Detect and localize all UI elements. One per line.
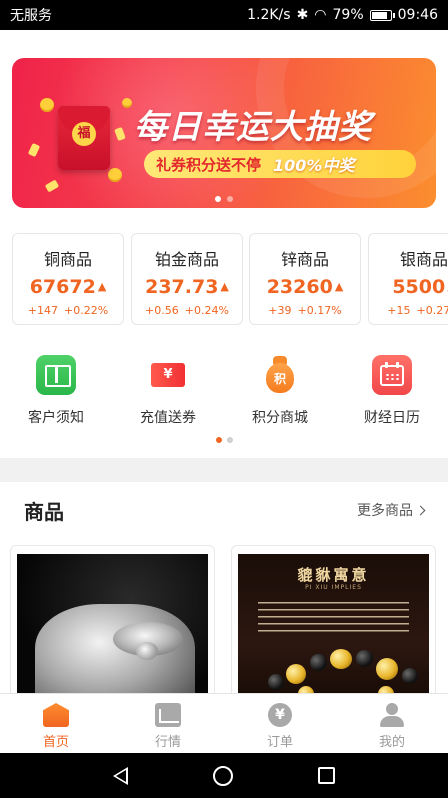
pager-dot[interactable] — [215, 437, 222, 443]
wifi-icon: ◠ — [314, 7, 327, 23]
bluetooth-icon: ✱ — [296, 7, 309, 23]
commodity-price: 23260 — [266, 276, 333, 298]
commodity-price: 237.73 — [145, 276, 219, 298]
commodity-scroller[interactable]: 铜商品 67672 ▲ +147 +0.22% 铂金商品 237.73 ▲ +0.56… — [12, 233, 448, 327]
tab-market[interactable]: 行情 — [112, 694, 224, 753]
tab-home[interactable]: 首页 — [0, 694, 112, 753]
system-navigation-bar — [0, 753, 448, 798]
section-divider — [0, 458, 448, 482]
money-bag-icon: 积 — [260, 355, 300, 395]
banner-pager — [215, 196, 233, 202]
up-arrow-icon: ▲ — [334, 280, 344, 293]
commodity-percent: +0.24% — [184, 304, 229, 317]
banner-slogan: 礼券积分送不停 100%中奖 — [144, 150, 416, 178]
commodity-price: 5500 — [392, 276, 446, 298]
banner-title: 每日幸运大抽奖 — [134, 107, 372, 146]
ticket-icon: ¥ — [148, 355, 188, 395]
quick-nav-label: 财经日历 — [364, 410, 420, 426]
coin-icon — [122, 98, 132, 108]
quick-nav-pager — [0, 437, 448, 443]
commodity-name: 银商品 — [399, 250, 448, 269]
commodity-card-zinc[interactable]: 锌商品 23260 ▲ +39 +0.17% — [249, 233, 361, 325]
book-icon — [36, 355, 76, 395]
commodity-name: 锌商品 — [280, 250, 329, 269]
coin-icon — [108, 168, 122, 182]
clock: 09:46 — [397, 7, 438, 23]
product-image-tea-canister — [17, 554, 208, 693]
tab-label: 行情 — [154, 735, 181, 750]
product-card[interactable]: 貔貅寓意 PI XIU IMPLIES — [231, 545, 436, 693]
chart-icon — [155, 703, 181, 727]
chevron-right-icon — [415, 505, 426, 515]
commodity-change: +0.56 — [145, 304, 179, 317]
section-title: 商品 — [24, 499, 64, 524]
quick-nav-customer-notice[interactable]: 客户须知 — [0, 355, 112, 435]
battery-icon — [369, 9, 395, 21]
battery-percent: 79% — [332, 7, 364, 23]
banner-highlight: 100%中奖 — [273, 156, 355, 175]
commodity-change: +39 — [268, 304, 292, 317]
tab-orders[interactable]: ¥ 订单 — [224, 694, 336, 753]
yen-icon: ¥ — [268, 703, 292, 727]
up-arrow-icon: ▲ — [97, 280, 107, 293]
quick-nav-points-mall[interactable]: 积 积分商城 — [224, 355, 336, 435]
status-bar: 无服务 1.2K/s ✱ ◠ 79% 09:46 — [0, 0, 448, 30]
network-speed: 1.2K/s — [247, 7, 291, 23]
product-card[interactable] — [10, 545, 215, 693]
product-image-bracelet: 貔貅寓意 PI XIU IMPLIES — [238, 554, 429, 693]
quick-nav-label: 充值送券 — [140, 410, 196, 426]
tab-label: 我的 — [378, 735, 405, 750]
up-arrow-icon: ▲ — [220, 280, 229, 293]
pager-dot[interactable] — [215, 196, 221, 202]
tab-mine[interactable]: 我的 — [336, 694, 448, 753]
commodity-name: 铂金商品 — [154, 250, 219, 269]
calendar-icon — [372, 355, 412, 395]
home-button-icon[interactable] — [212, 765, 233, 786]
more-products-link[interactable]: 更多商品 — [357, 500, 426, 520]
lottery-banner[interactable]: 福 每日幸运大抽奖 礼券积分送不停 100%中奖 — [12, 58, 436, 208]
recent-apps-icon[interactable] — [318, 767, 336, 784]
back-icon[interactable] — [112, 766, 128, 785]
commodity-percent: +0.22% — [64, 304, 109, 317]
quick-nav-label: 客户须知 — [28, 410, 84, 426]
product-subheading: PI XIU IMPLIES — [305, 584, 362, 591]
quick-nav-label: 积分商城 — [252, 410, 308, 426]
envelope-seal: 福 — [72, 122, 96, 146]
commodity-percent: +0.17% — [297, 304, 342, 317]
quick-nav-recharge-coupon[interactable]: ¥ 充值送券 — [112, 355, 224, 435]
products-header: 商品 更多商品 — [0, 482, 448, 538]
product-heading: 貔貅寓意 — [297, 566, 370, 584]
home-icon — [43, 703, 69, 727]
pager-dot[interactable] — [226, 437, 233, 443]
commodity-name: 铜商品 — [43, 250, 92, 269]
commodity-change: +15 — [387, 304, 411, 317]
tab-label: 首页 — [42, 735, 69, 750]
more-products-label: 更多商品 — [357, 503, 413, 519]
home-page: 福 每日幸运大抽奖 礼券积分送不停 100%中奖 铜商品 67672 ▲ +147… — [0, 30, 448, 693]
red-envelope-icon: 福 — [58, 106, 110, 170]
commodity-percent: +0.27% — [416, 304, 448, 317]
quick-nav-finance-calendar[interactable]: 财经日历 — [336, 355, 448, 435]
carrier-text: 无服务 — [10, 8, 52, 24]
banner-tag: 礼券积分送不停 — [156, 155, 262, 174]
quick-nav: 客户须知 ¥ 充值送券 积 积分商城 财经日历 — [0, 355, 448, 435]
commodity-card-silver[interactable]: 银商品 5500▲ +15+0.27% — [368, 233, 448, 325]
coin-icon — [40, 98, 54, 112]
tab-label: 订单 — [266, 735, 293, 750]
commodity-card-copper[interactable]: 铜商品 67672 ▲ +147 +0.22% — [12, 233, 124, 325]
user-icon — [379, 703, 405, 727]
bottom-tab-bar: 首页 行情 ¥ 订单 我的 — [0, 693, 448, 753]
pager-dot[interactable] — [227, 196, 233, 202]
commodity-change: +147 — [27, 304, 59, 317]
commodity-price: 67672 — [29, 276, 96, 298]
commodity-card-platinum[interactable]: 铂金商品 237.73 ▲ +0.56 +0.24% — [131, 233, 243, 325]
